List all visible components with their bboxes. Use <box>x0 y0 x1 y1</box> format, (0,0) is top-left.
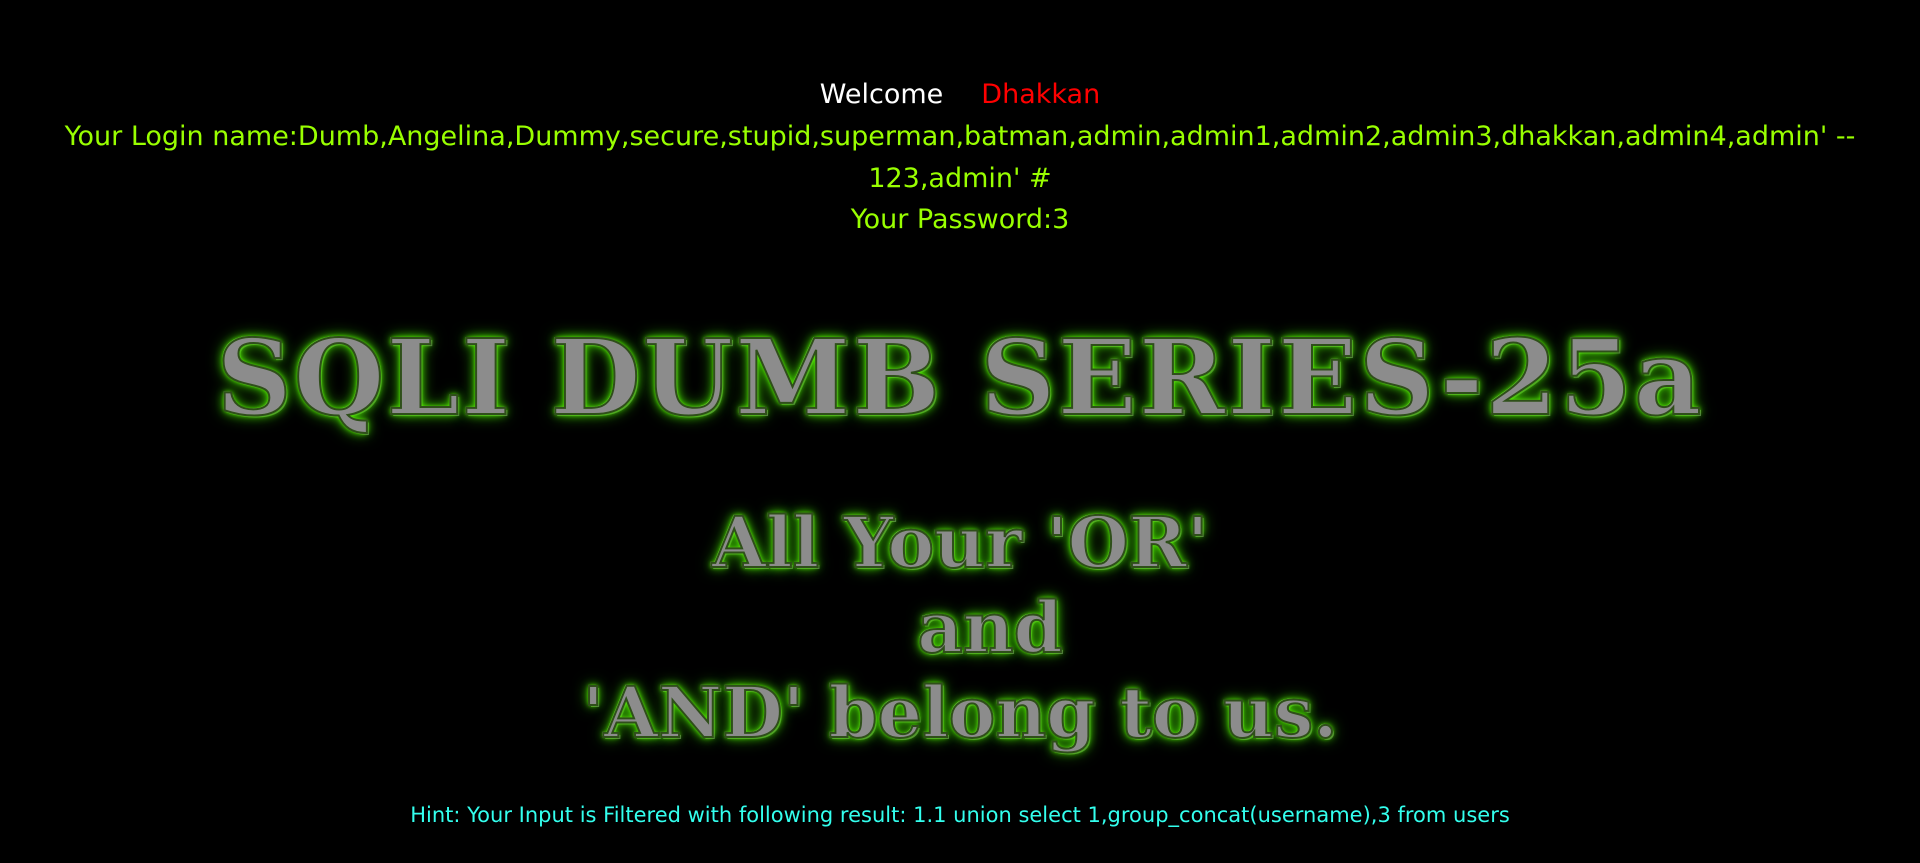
welcome-username: Dhakkan <box>981 79 1101 110</box>
banner-slogan-line-2: and <box>916 585 1063 670</box>
password-text: Your Password:3 <box>850 204 1070 235</box>
welcome-line: Welcome Dhakkan <box>0 76 1920 114</box>
login-name-line-1: Your Login name:Dumb,Angelina,Dummy,secu… <box>64 121 1856 152</box>
banner-title-image: SQLI DUMB SERIES-25a <box>216 316 1704 439</box>
login-name-block: Your Login name:Dumb,Angelina,Dummy,secu… <box>40 116 1880 200</box>
page: Welcome Dhakkan Your Login name:Dumb,Ange… <box>0 0 1920 863</box>
banner-slogan-line-3: 'AND' belong to us. <box>581 670 1338 755</box>
welcome-label: Welcome <box>819 79 944 110</box>
login-name-line-2: 123,admin' # <box>868 163 1052 194</box>
banner-slogan-line-1: All Your 'OR' <box>711 500 1210 585</box>
hint-text: Hint: Your Input is Filtered with follow… <box>410 803 1510 827</box>
